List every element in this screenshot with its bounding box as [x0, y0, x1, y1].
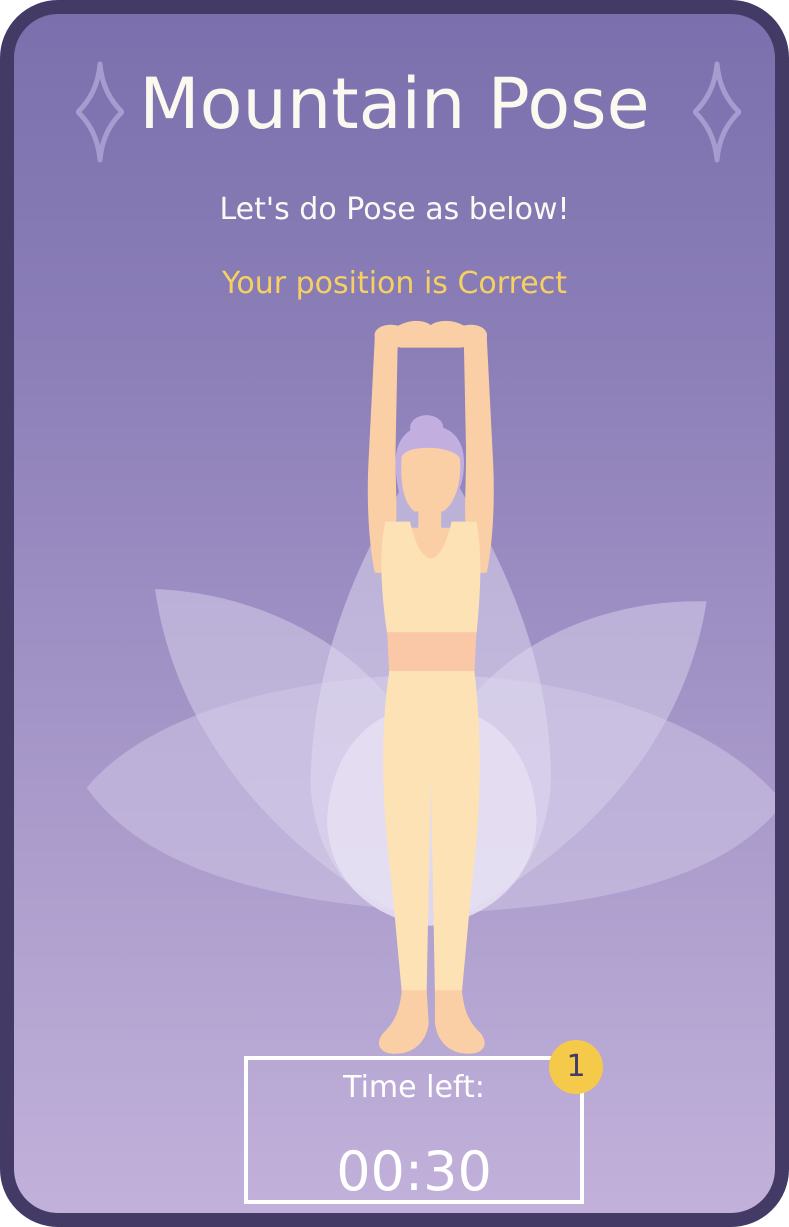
timer-value: 00:30 [336, 1140, 492, 1203]
neck [418, 505, 442, 530]
right-foot [434, 990, 485, 1054]
timer-label: Time left: [343, 1070, 485, 1105]
pose-illustration [86, 320, 775, 1054]
face [401, 447, 461, 512]
hands [393, 320, 469, 348]
waistband [387, 632, 477, 676]
app-screen: Mountain Pose Let's do Pose as below! Yo… [0, 0, 789, 1227]
notification-badge[interactable]: 1 [549, 1040, 603, 1094]
timer-panel: Time left: 00:30 [244, 1056, 584, 1204]
left-foot [378, 990, 429, 1054]
